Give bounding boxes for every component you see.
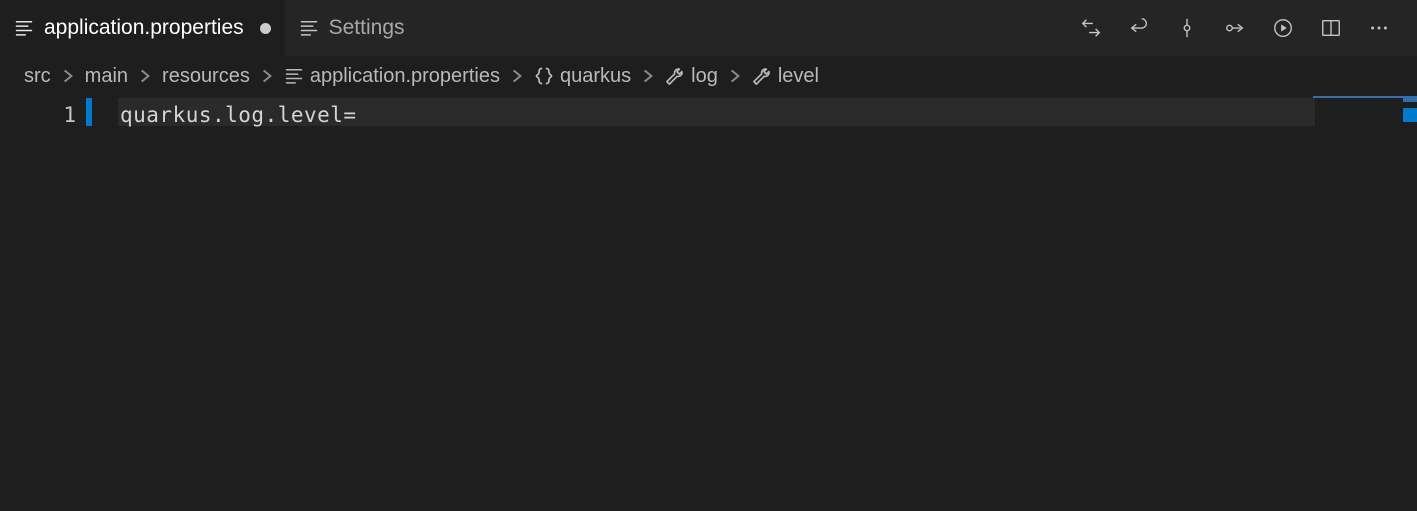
code-area[interactable]: quarkus.log.level= (86, 96, 1403, 511)
properties-icon (299, 18, 319, 38)
line-number: 1 (0, 100, 76, 130)
editor[interactable]: 1 quarkus.log.level= (0, 96, 1417, 511)
commit-icon[interactable] (1173, 14, 1201, 42)
split-editor-icon[interactable] (1317, 14, 1345, 42)
breadcrumb-label: quarkus (560, 65, 631, 88)
chevron-right-icon (258, 67, 276, 85)
wrench-icon (665, 66, 685, 86)
properties-icon (284, 66, 304, 86)
breadcrumb-label: log (691, 65, 718, 88)
run-icon[interactable] (1269, 14, 1297, 42)
tab-label: Settings (329, 16, 405, 40)
line-number-gutter: 1 (0, 96, 86, 511)
chevron-right-icon (59, 67, 77, 85)
tab-settings[interactable]: Settings (285, 0, 419, 56)
next-change-icon[interactable] (1221, 14, 1249, 42)
editor-actions (1077, 0, 1417, 56)
breadcrumb-level[interactable]: level (752, 65, 819, 88)
breadcrumb-main[interactable]: main (85, 65, 128, 88)
breadcrumb-label: application.properties (310, 65, 500, 88)
overview-top-marker (1403, 96, 1417, 102)
breadcrumb-label: src (24, 65, 51, 88)
tab-application-properties[interactable]: application.properties (0, 0, 285, 56)
tab-label: application.properties (44, 16, 244, 40)
breadcrumb-label: resources (162, 65, 250, 88)
braces-icon (534, 66, 554, 86)
code-line[interactable]: quarkus.log.level= (120, 100, 1403, 130)
dirty-indicator-icon (260, 23, 271, 34)
chevron-right-icon (136, 67, 154, 85)
breadcrumb-quarkus[interactable]: quarkus (534, 65, 631, 88)
breadcrumb-resources[interactable]: resources (162, 65, 250, 88)
breadcrumb-src[interactable]: src (24, 65, 51, 88)
overview-ruler[interactable] (1403, 96, 1417, 511)
breadcrumb-file[interactable]: application.properties (284, 65, 500, 88)
breadcrumb-label: main (85, 65, 128, 88)
more-actions-icon[interactable] (1365, 14, 1393, 42)
wrench-icon (752, 66, 772, 86)
revert-icon[interactable] (1125, 14, 1153, 42)
compare-changes-icon[interactable] (1077, 14, 1105, 42)
tab-bar: application.properties Settings (0, 0, 1417, 56)
breadcrumb: src main resources application.propertie… (0, 56, 1417, 96)
overview-cursor-marker (1403, 108, 1417, 122)
chevron-right-icon (508, 67, 526, 85)
breadcrumb-label: level (778, 65, 819, 88)
breadcrumb-log[interactable]: log (665, 65, 718, 88)
chevron-right-icon (639, 67, 657, 85)
chevron-right-icon (726, 67, 744, 85)
tab-list: application.properties Settings (0, 0, 419, 56)
properties-icon (14, 18, 34, 38)
